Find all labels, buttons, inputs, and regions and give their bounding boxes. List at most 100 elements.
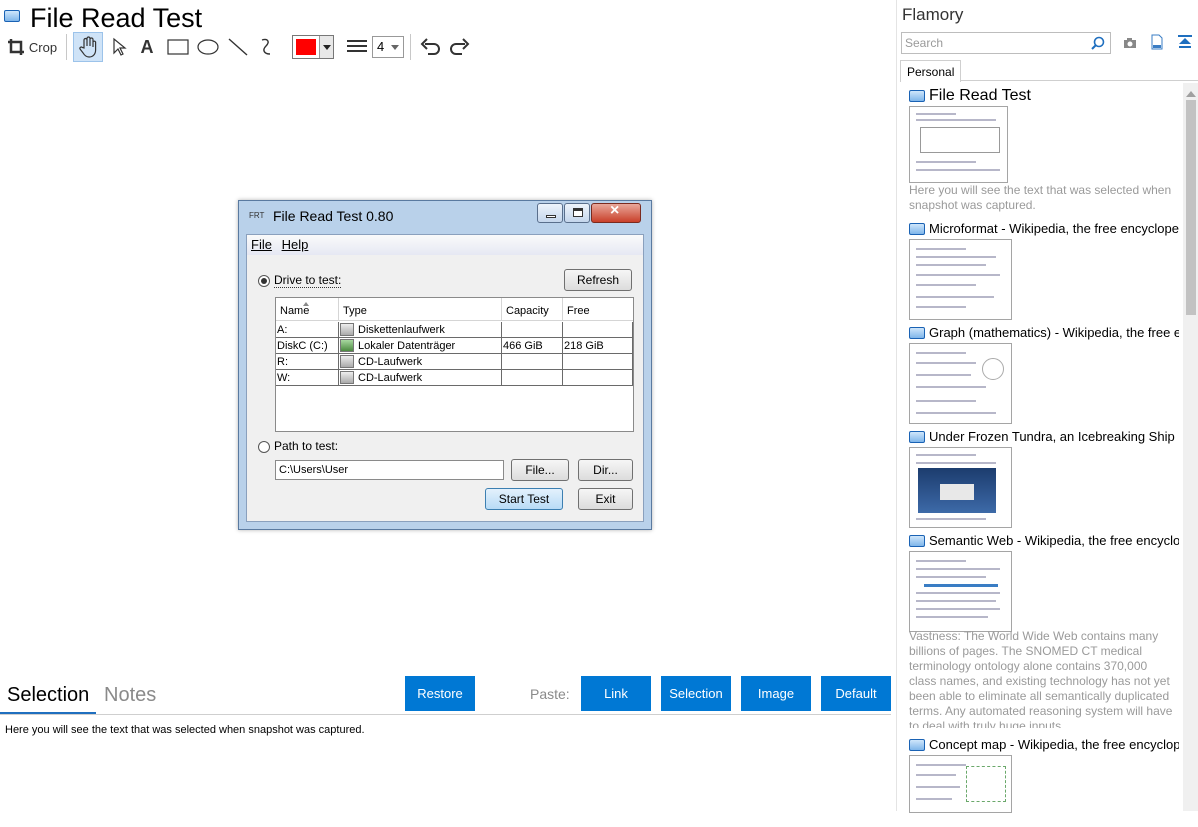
list-item[interactable]: Concept map - Wikipedia, the free encycl… bbox=[909, 737, 1181, 827]
path-radio bbox=[258, 441, 270, 453]
line-width-button[interactable] bbox=[344, 32, 370, 62]
list-item[interactable]: Semantic Web - Wikipedia, the free encyc… bbox=[909, 533, 1181, 743]
snapshot-thumbnail bbox=[909, 755, 1012, 813]
cursor-icon bbox=[113, 37, 127, 56]
snapshot-icon bbox=[909, 223, 925, 235]
maximize-button bbox=[564, 203, 590, 223]
redo-button[interactable] bbox=[446, 32, 474, 62]
app-icon bbox=[4, 10, 20, 22]
list-item-title: Semantic Web - Wikipedia, the free encyc… bbox=[929, 533, 1179, 548]
cell-capacity bbox=[502, 370, 563, 386]
tab-notes[interactable]: Notes bbox=[104, 684, 156, 707]
snapshot-icon bbox=[909, 535, 925, 547]
maximize-icon bbox=[573, 208, 583, 217]
pointer-tool-button[interactable] bbox=[106, 32, 132, 62]
rectangle-tool-button[interactable] bbox=[164, 32, 192, 62]
page-title: File Read Test bbox=[30, 3, 203, 33]
scrollbar-thumb[interactable] bbox=[1186, 100, 1196, 315]
restore-button[interactable]: Restore bbox=[405, 676, 475, 711]
cell-capacity bbox=[502, 322, 563, 338]
column-header-free: Free bbox=[563, 298, 633, 321]
redo-icon bbox=[450, 38, 470, 55]
snapshot-thumbnail bbox=[909, 239, 1012, 320]
menubar: File Help bbox=[247, 235, 643, 255]
search-input[interactable]: Search bbox=[901, 32, 1111, 54]
frt-icon: FRT bbox=[249, 211, 265, 220]
snapshot-image: FRT File Read Test 0.80 × File Help Driv… bbox=[238, 200, 652, 530]
color-picker[interactable] bbox=[292, 35, 334, 59]
list-item-title: Graph (mathematics) - Wikipedia, the fre… bbox=[929, 325, 1179, 340]
undo-icon bbox=[420, 38, 440, 55]
tab-personal[interactable]: Personal bbox=[900, 60, 961, 82]
tab-selection[interactable]: Selection bbox=[7, 684, 89, 707]
camera-icon[interactable] bbox=[1123, 36, 1137, 54]
selection-text: Here you will see the text that was sele… bbox=[5, 724, 365, 736]
undo-button[interactable] bbox=[416, 32, 444, 62]
crop-button[interactable]: Crop bbox=[6, 32, 58, 62]
search-icon[interactable] bbox=[1091, 36, 1105, 55]
line-icon bbox=[228, 38, 248, 56]
text-tool-icon: A bbox=[140, 36, 154, 57]
paste-image-button[interactable]: Image bbox=[741, 676, 811, 711]
scroll-up-icon[interactable] bbox=[1186, 86, 1196, 97]
toolbar: Crop A 4 bbox=[0, 32, 520, 62]
cell-type: CD-Laufwerk bbox=[339, 354, 502, 370]
cell-free bbox=[563, 354, 633, 370]
cell-free bbox=[563, 370, 633, 386]
snapshot-icon bbox=[909, 90, 925, 102]
snapshot-icon bbox=[909, 739, 925, 751]
hard-drive-icon bbox=[340, 339, 354, 352]
freehand-icon bbox=[261, 38, 271, 55]
snapshot-icon bbox=[909, 327, 925, 339]
list-item-description: Vastness: The World Wide Web contains ma… bbox=[909, 629, 1173, 733]
list-item[interactable]: File Read Test Here you will see the tex… bbox=[909, 87, 1181, 216]
path-input: C:\Users\User bbox=[275, 460, 504, 480]
toolbar-divider bbox=[66, 34, 67, 60]
paste-default-button[interactable]: Default bbox=[821, 676, 891, 711]
paste-selection-button[interactable]: Selection bbox=[661, 676, 731, 711]
line-width-select[interactable]: 4 bbox=[372, 36, 404, 58]
rectangle-icon bbox=[167, 39, 189, 55]
pin-top-icon[interactable] bbox=[1177, 34, 1193, 55]
crop-icon bbox=[7, 39, 24, 55]
list-item[interactable]: Under Frozen Tundra, an Icebreaking Ship… bbox=[909, 429, 1181, 529]
close-button: × bbox=[591, 202, 641, 223]
list-item-description: Here you will see the text that was sele… bbox=[909, 183, 1172, 212]
document-icon[interactable] bbox=[1151, 34, 1163, 55]
freehand-tool-button[interactable] bbox=[254, 32, 282, 62]
cell-name: W: bbox=[276, 370, 339, 386]
dir-button: Dir... bbox=[578, 459, 633, 481]
cell-type: Diskettenlaufwerk bbox=[339, 322, 502, 338]
hand-tool-button[interactable] bbox=[73, 32, 103, 62]
ellipse-tool-button[interactable] bbox=[194, 32, 222, 62]
snapshot-thumbnail bbox=[909, 106, 1008, 183]
menu-file: File bbox=[251, 237, 272, 252]
window-title: File Read Test 0.80 bbox=[273, 208, 394, 224]
hand-icon bbox=[79, 36, 97, 58]
window-body: File Help Drive to test: Refresh Name Ty… bbox=[246, 234, 644, 522]
snapshot-thumbnail bbox=[909, 447, 1012, 528]
snapshot-thumbnail bbox=[909, 551, 1012, 632]
cell-name: A: bbox=[276, 322, 339, 338]
refresh-button: Refresh bbox=[564, 269, 632, 291]
line-tool-button[interactable] bbox=[224, 32, 252, 62]
sort-arrow-icon bbox=[303, 299, 309, 306]
path-label: Path to test: bbox=[274, 439, 339, 453]
cell-type: CD-Laufwerk bbox=[339, 370, 502, 386]
chevron-down-icon bbox=[319, 36, 333, 58]
minimize-button bbox=[537, 203, 563, 223]
column-header-capacity: Capacity bbox=[502, 298, 563, 321]
list-item[interactable]: Graph (mathematics) - Wikipedia, the fre… bbox=[909, 325, 1181, 425]
paste-link-button[interactable]: Link bbox=[581, 676, 651, 711]
ellipse-icon bbox=[197, 39, 219, 55]
text-tool-button[interactable]: A bbox=[135, 32, 159, 62]
list-fade bbox=[897, 728, 1183, 736]
start-test-button: Start Test bbox=[485, 488, 563, 510]
list-item-title: Concept map - Wikipedia, the free encycl… bbox=[929, 737, 1179, 752]
crop-label: Crop bbox=[28, 39, 58, 55]
snapshot-thumbnail bbox=[909, 343, 1012, 424]
close-icon: × bbox=[610, 202, 620, 219]
paste-label: Paste: bbox=[530, 686, 570, 702]
list-item[interactable]: Microformat - Wikipedia, the free encycl… bbox=[909, 221, 1181, 321]
cell-capacity bbox=[502, 354, 563, 370]
